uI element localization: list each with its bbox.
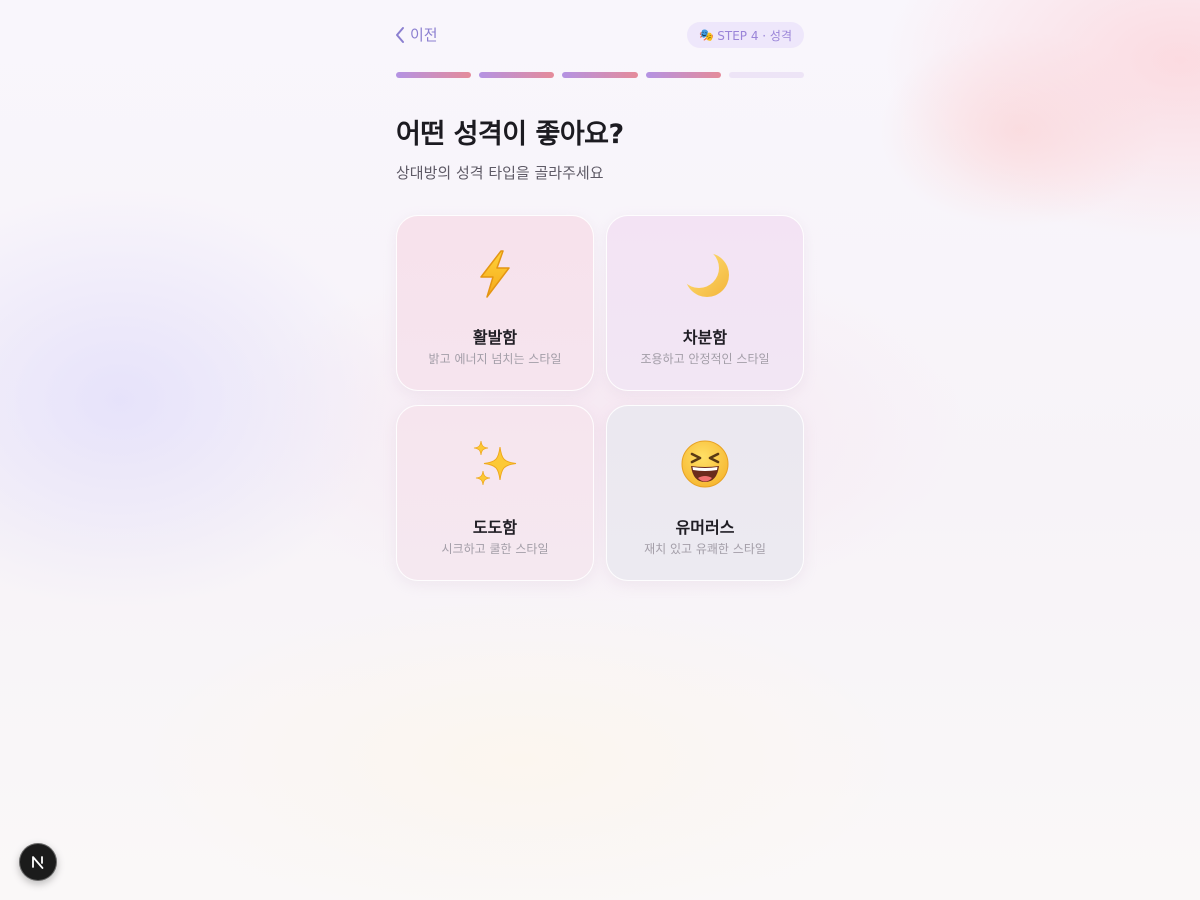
progress-segment [728,72,805,78]
back-label: 이전 [410,26,438,44]
top-bar: 이전 🎭 STEP 4 · 성격 [396,22,804,50]
progress-segment [396,72,472,78]
option-label: 도도함 [472,518,518,537]
option-card-energetic[interactable]: 활발함 밝고 에너지 넘치는 스타일 [396,215,594,391]
page-subtitle: 상대방의 성격 타입을 골라주세요 [396,164,604,182]
personality-options: 활발함 밝고 에너지 넘치는 스타일 차분함 조용하고 안정적인 스타일 도도함… [396,215,804,581]
progress-segment [645,72,721,78]
page-title: 어떤 성격이 좋아요? [396,119,624,150]
option-description: 시크하고 쿨한 스타일 [441,542,549,556]
option-label: 활발함 [472,328,518,347]
progress-bar [396,72,805,78]
step-label: STEP 4 · 성격 [717,28,792,43]
back-button[interactable]: 이전 [394,24,438,45]
laughing-face-icon [607,436,803,492]
progress-segment [562,72,638,78]
option-description: 재치 있고 유쾌한 스타일 [644,542,766,556]
next-logo-icon[interactable] [19,843,57,881]
crescent-moon-icon [607,246,803,302]
step-badge: 🎭 STEP 4 · 성격 [687,22,804,48]
progress-segment [479,72,555,78]
option-description: 조용하고 안정적인 스타일 [640,352,770,366]
theater-masks-icon: 🎭 [699,28,715,42]
option-card-chic[interactable]: 도도함 시크하고 쿨한 스타일 [396,405,594,581]
chevron-left-icon [394,26,406,44]
option-card-humorous[interactable]: 유머러스 재치 있고 유쾌한 스타일 [606,405,804,581]
option-description: 밝고 에너지 넘치는 스타일 [428,352,562,366]
lightning-icon [397,246,593,302]
option-label: 유머러스 [675,518,735,537]
option-card-calm[interactable]: 차분함 조용하고 안정적인 스타일 [606,215,804,391]
sparkles-icon [397,436,593,492]
option-label: 차분함 [682,328,728,347]
